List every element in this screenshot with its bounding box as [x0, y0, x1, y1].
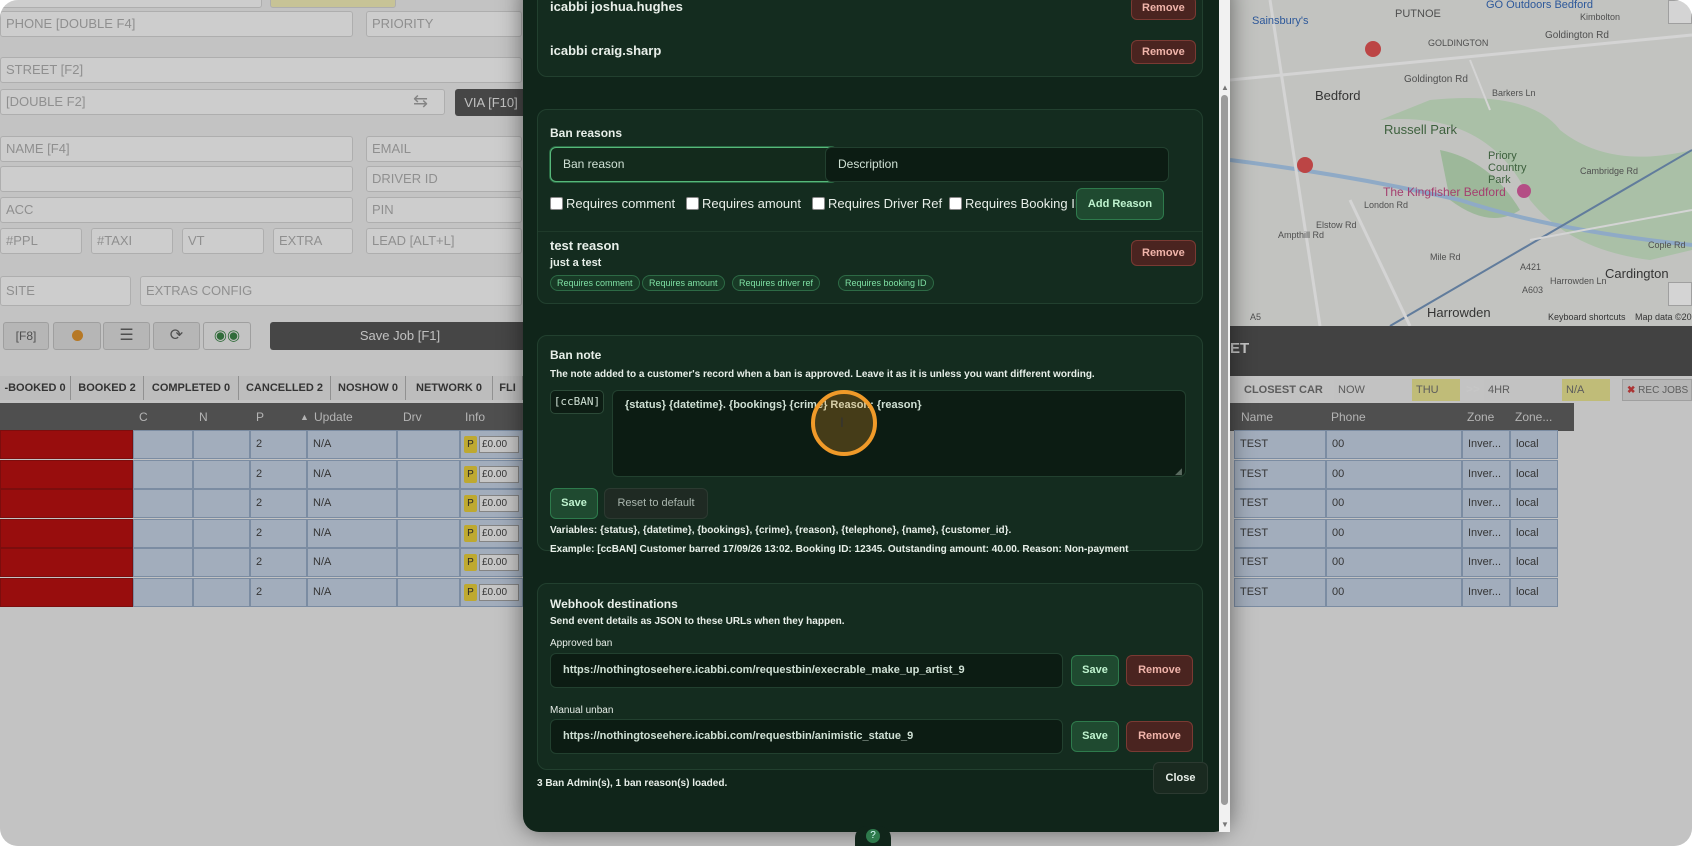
checkbox-label: Requires amount [702, 196, 801, 211]
example-help: Example: [ccBAN] Customer barred 17/09/2… [550, 544, 1129, 555]
cursor-highlight [811, 390, 877, 456]
ban-reasons-card: Ban reasons Ban reason Description Requi… [537, 109, 1203, 304]
requirement-tag: Requires comment [550, 275, 640, 291]
requirement-tag: Requires booking ID [838, 275, 934, 291]
scroll-down-icon[interactable]: ▼ [1221, 820, 1229, 829]
requires-booking-id-checkbox[interactable] [949, 197, 962, 210]
requirement-tag: Requires amount [642, 275, 725, 291]
save-note-button[interactable]: Save [550, 488, 598, 519]
admin-name: icabbi craig.sharp [550, 43, 662, 58]
ban-admin-modal: icabbi joshua.hughes Remove icabbi craig… [523, 0, 1230, 832]
section-title: Ban note [550, 348, 602, 362]
admin-name: icabbi joshua.hughes [550, 0, 683, 14]
admins-card: icabbi joshua.hughes Remove icabbi craig… [537, 0, 1203, 77]
remove-webhook-button[interactable]: Remove [1126, 721, 1193, 752]
status-text: 3 Ban Admin(s), 1 ban reason(s) loaded. [537, 778, 728, 789]
resize-handle-icon[interactable]: ◢ [1175, 466, 1182, 477]
remove-admin-button[interactable]: Remove [1131, 40, 1196, 64]
webhook-label: Approved ban [550, 638, 613, 649]
save-webhook-button[interactable]: Save [1071, 655, 1119, 686]
checkbox-label: Requires Booking ID [965, 196, 1085, 211]
close-button[interactable]: Close [1153, 762, 1208, 794]
description-input[interactable]: Description [825, 147, 1169, 182]
section-subtitle: The note added to a customer's record wh… [550, 369, 1095, 380]
modal-scrollbar-thumb[interactable] [1221, 95, 1228, 805]
text-cursor-icon: I [840, 414, 844, 430]
save-webhook-button[interactable]: Save [1071, 721, 1119, 752]
remove-reason-button[interactable]: Remove [1131, 240, 1196, 266]
ban-reason-input[interactable]: Ban reason [550, 147, 837, 182]
webhook-label: Manual unban [550, 705, 614, 716]
note-prefix: [ccBAN] [550, 390, 604, 414]
webhook-url-input[interactable]: https://nothingtoseehere.icabbi.com/requ… [550, 719, 1063, 754]
add-reason-button[interactable]: Add Reason [1076, 188, 1164, 220]
checkbox-label: Requires Driver Ref [828, 196, 943, 211]
reason-description: just a test [550, 257, 602, 269]
divider [538, 231, 1202, 232]
help-icon: ? [866, 829, 880, 843]
remove-admin-button[interactable]: Remove [1131, 0, 1196, 20]
note-template-textarea[interactable]: {status} {datetime}. {bookings} {crime} … [612, 390, 1186, 477]
section-title: Ban reasons [550, 126, 623, 140]
section-subtitle: Send event details as JSON to these URLs… [550, 616, 845, 627]
webhook-url-input[interactable]: https://nothingtoseehere.icabbi.com/requ… [550, 653, 1063, 688]
variables-help: Variables: {status}, {datetime}, {bookin… [550, 525, 1012, 536]
reset-default-button[interactable]: Reset to default [604, 488, 708, 519]
remove-webhook-button[interactable]: Remove [1126, 655, 1193, 686]
webhooks-card: Webhook destinations Send event details … [537, 583, 1203, 770]
requirement-tag: Requires driver ref [732, 275, 821, 291]
requires-amount-checkbox[interactable] [686, 197, 699, 210]
reason-name: test reason [550, 238, 620, 253]
requires-driver-ref-checkbox[interactable] [812, 197, 825, 210]
requires-comment-checkbox[interactable] [550, 197, 563, 210]
screen: PHONE [DOUBLE F4] PRIORITY STREET [F2] [… [0, 0, 1692, 846]
scroll-up-icon[interactable]: ▲ [1221, 83, 1229, 92]
checkbox-label: Requires comment [566, 196, 676, 211]
help-tab[interactable]: ? [855, 826, 891, 846]
section-title: Webhook destinations [550, 597, 678, 611]
